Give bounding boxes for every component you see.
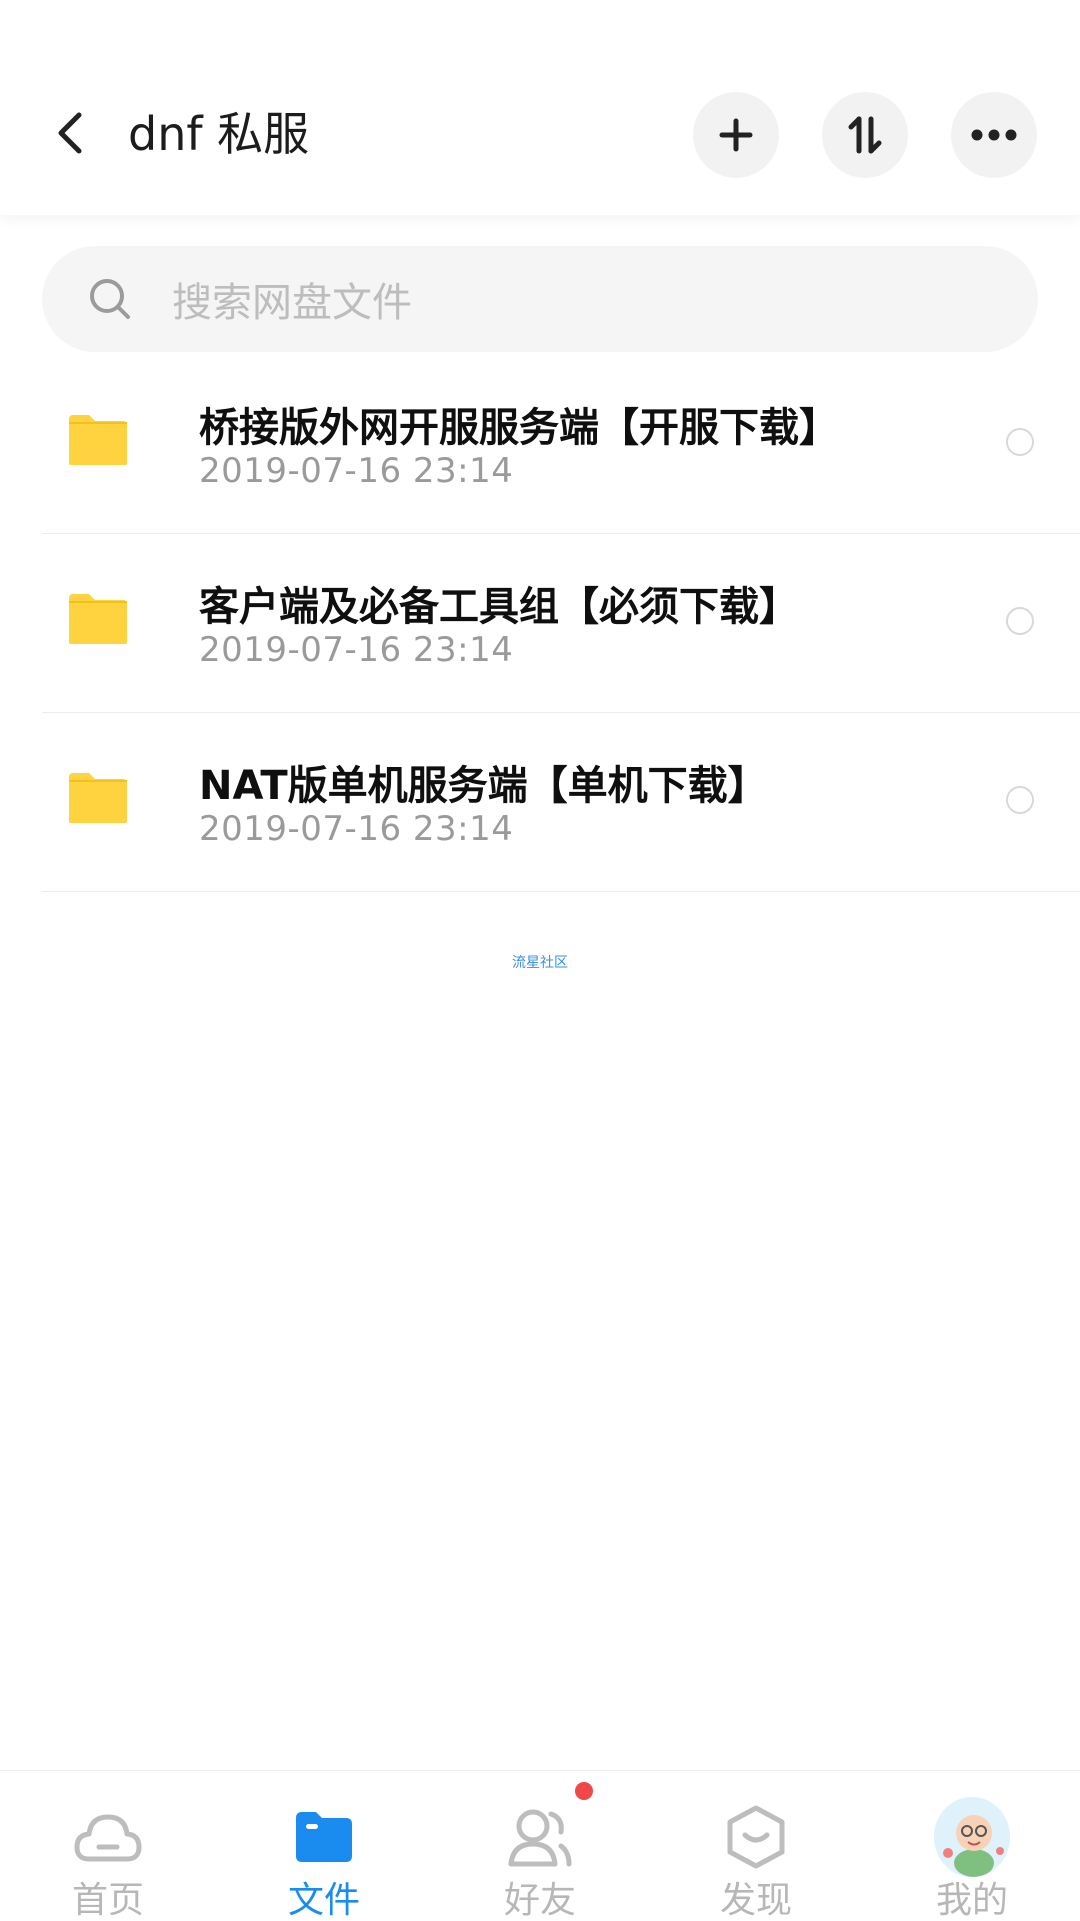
add-button[interactable] <box>693 92 779 178</box>
file-row[interactable]: 客户端及必备工具组【必须下载】 2019-07-16 23:14 <box>42 534 1080 713</box>
folder-icon <box>69 773 127 823</box>
nav-label: 首页 <box>71 1880 144 1921</box>
nav-label: 发现 <box>719 1880 792 1921</box>
search-input[interactable]: 搜索网盘文件 <box>42 246 1038 352</box>
sort-icon <box>848 116 882 154</box>
file-name: 桥接版外网开服服务端【开服下载】 <box>199 405 839 451</box>
chevron-left-icon <box>58 112 82 154</box>
search-placeholder: 搜索网盘文件 <box>172 280 412 326</box>
notification-badge <box>575 1782 593 1800</box>
friends-icon <box>502 1799 578 1875</box>
cloud-icon <box>70 1799 146 1875</box>
folder-icon <box>69 594 127 644</box>
top-bar: dnf 私服 <box>0 0 1080 215</box>
nav-me[interactable]: 我的 <box>864 1771 1080 1921</box>
sort-button[interactable] <box>822 92 908 178</box>
page-title: dnf 私服 <box>128 107 310 161</box>
community-link[interactable]: 流星社区 <box>0 952 1080 972</box>
back-button[interactable] <box>45 108 95 158</box>
bottom-nav: 首页 文件 好友 发现 我的 <box>0 1770 1080 1921</box>
more-button[interactable] <box>951 92 1037 178</box>
more-dots-icon <box>971 129 1017 141</box>
file-name: NAT版单机服务端【单机下载】 <box>199 763 768 809</box>
search-icon <box>86 275 134 323</box>
select-checkbox[interactable] <box>1006 428 1034 456</box>
file-name: 客户端及必备工具组【必须下载】 <box>199 584 799 630</box>
nav-discover[interactable]: 发现 <box>648 1771 864 1921</box>
nav-home[interactable]: 首页 <box>0 1771 216 1921</box>
plus-icon <box>719 118 753 152</box>
folder-icon <box>69 415 127 465</box>
nav-label: 好友 <box>503 1880 576 1921</box>
file-date: 2019-07-16 23:14 <box>199 809 514 849</box>
file-row[interactable]: 桥接版外网开服服务端【开服下载】 2019-07-16 23:14 <box>42 355 1080 534</box>
select-checkbox[interactable] <box>1006 786 1034 814</box>
nav-label: 我的 <box>935 1880 1008 1921</box>
file-date: 2019-07-16 23:14 <box>199 630 514 670</box>
nav-label: 文件 <box>287 1880 360 1921</box>
folder-icon <box>286 1799 362 1875</box>
file-row[interactable]: NAT版单机服务端【单机下载】 2019-07-16 23:14 <box>42 713 1080 892</box>
avatar-icon <box>934 1797 1010 1877</box>
select-checkbox[interactable] <box>1006 607 1034 635</box>
file-date: 2019-07-16 23:14 <box>199 451 514 491</box>
discover-icon <box>718 1799 794 1875</box>
file-list: 桥接版外网开服服务端【开服下载】 2019-07-16 23:14 客户端及必备… <box>0 355 1080 892</box>
nav-friends[interactable]: 好友 <box>432 1771 648 1921</box>
nav-files[interactable]: 文件 <box>216 1771 432 1921</box>
